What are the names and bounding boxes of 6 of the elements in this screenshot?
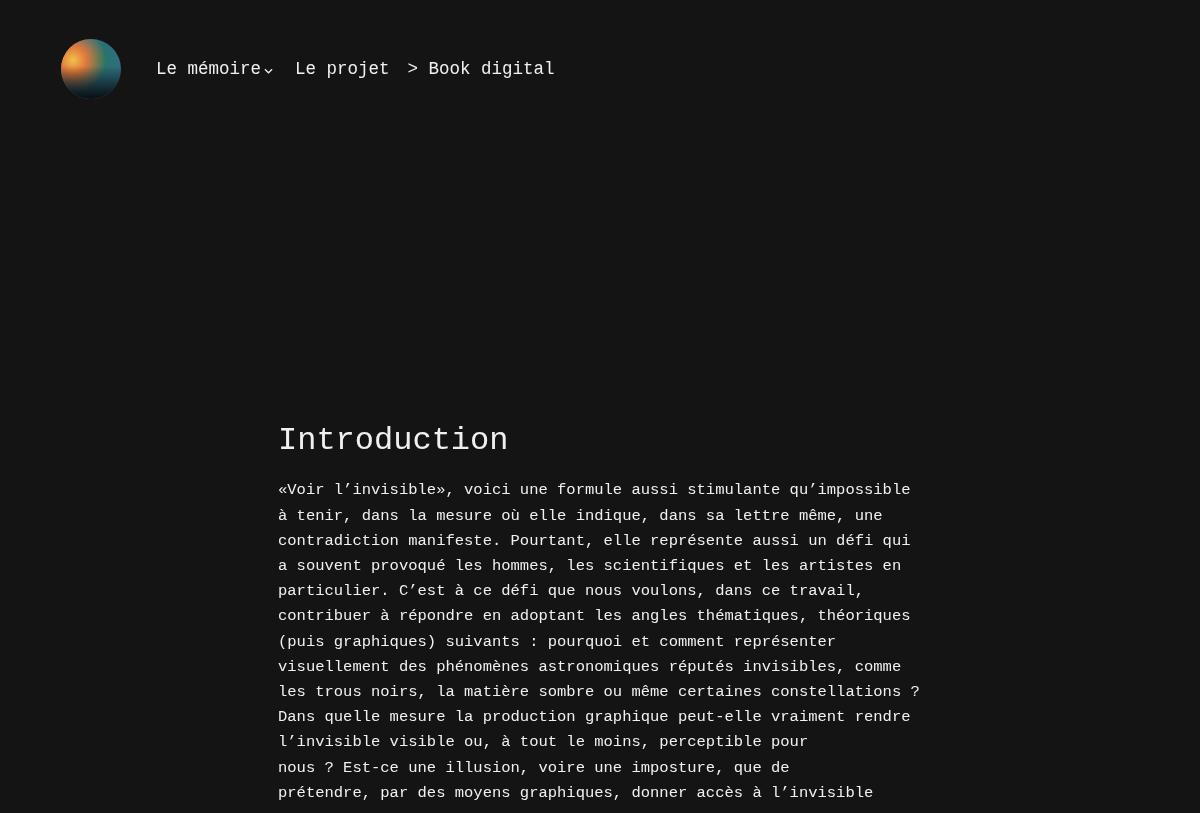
section-heading: Introduction <box>278 422 510 461</box>
body-paragraph: «Voir l’invisible», voici une formule aussi stimulante qu’impossible à tenir, dans la mesure où elle indique, dans sa lettre même, une contradiction manifeste. Pourtant, elle représente aussi un défi qui a souvent provoqué les hommes, les scientifiques et les artistes en particulier. C’est à ce défi que nous voulons, dans ce travail, contribuer à répondre en adoptant les angles thématiques, théoriques (puis graphiques) suivants : pourquoi et comment représenter visuellement des phénomènes astronomiques réputés invisibles, comme les trous noirs, la matière sombre ou même certaines constellations ? Dans quelle mesure la production graphique peut-elle vraiment rendre l’invisible visible ou, à tout le moins, perceptible pour nous ? Est-ce une illusion, voire une imposture, que de prétendre, par des moyens graphiques, donner accès à l’invisible <box>278 480 921 804</box>
nav-dropdown[interactable]: Le mémoire <box>156 59 274 79</box>
nav-link[interactable]: > Book digital <box>407 59 555 79</box>
nav-link[interactable]: Le projet <box>295 59 390 79</box>
chevron-down-icon <box>264 67 274 74</box>
